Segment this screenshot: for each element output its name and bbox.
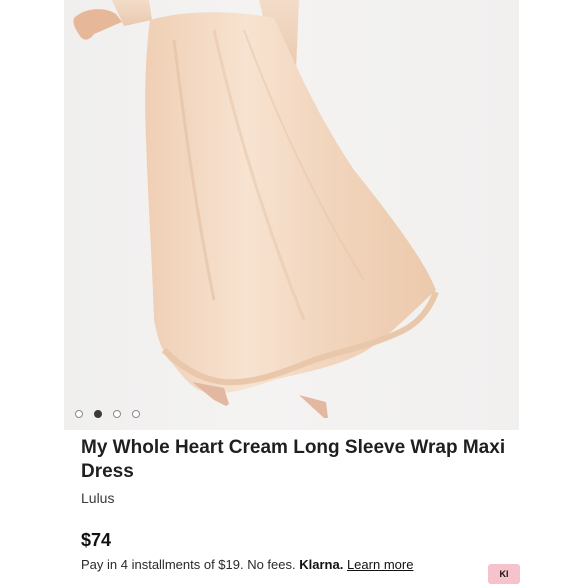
product-brand[interactable]: Lulus — [81, 490, 114, 506]
carousel-dots — [75, 410, 140, 418]
carousel-dot[interactable] — [75, 410, 83, 418]
carousel-dot[interactable] — [113, 410, 121, 418]
product-price: $74 — [81, 530, 112, 550]
dress-photo — [73, 0, 439, 418]
learn-more-link[interactable]: Learn more — [347, 557, 413, 572]
carousel-dot-active[interactable] — [94, 410, 102, 418]
product-image[interactable] — [64, 0, 519, 430]
product-title: My Whole Heart Cream Long Sleeve Wrap Ma… — [81, 437, 506, 482]
klarna-badge[interactable]: Kl — [488, 564, 520, 584]
installment-text: Pay in 4 installments of $19. No fees. — [81, 557, 296, 572]
klarna-logo: Klarna. — [299, 557, 344, 572]
installment-info: Pay in 4 installments of $19. No fees. K… — [81, 557, 413, 572]
carousel-dot[interactable] — [132, 410, 140, 418]
